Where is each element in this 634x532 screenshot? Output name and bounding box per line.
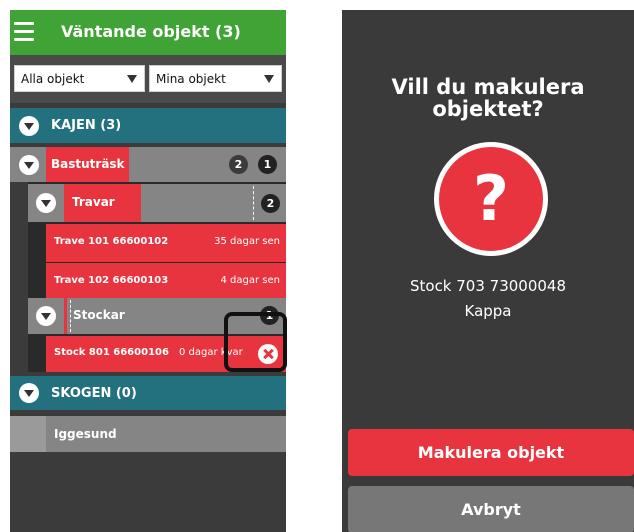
task-label: Trave 102 66600103 xyxy=(54,275,169,286)
question-mark-icon: ? xyxy=(434,142,548,256)
chevron-down-icon[interactable] xyxy=(19,383,39,403)
task-age: 4 dagar sen xyxy=(220,275,280,286)
group-row-iggesund[interactable]: Iggesund xyxy=(10,416,286,452)
hamburger-menu-icon[interactable] xyxy=(14,22,34,42)
app-header: Väntande objekt (3) xyxy=(10,10,286,55)
object-filter-value: Alla objekt xyxy=(21,72,85,86)
nested-indent xyxy=(10,182,28,372)
cancel-button[interactable]: Avbryt xyxy=(348,486,634,532)
group-label: Travar xyxy=(72,195,115,209)
object-id: Stock 703 73000048 xyxy=(409,277,567,295)
task-row[interactable]: Trave 102 66600103 4 dagar sen xyxy=(46,263,286,301)
count-badge: 2 xyxy=(229,155,248,174)
owner-filter-select[interactable]: Mina objekt xyxy=(149,65,282,92)
chevron-down-icon[interactable] xyxy=(19,155,39,175)
discard-object-button[interactable]: Makulera objekt xyxy=(348,429,634,476)
task-row[interactable]: Trave 101 66600102 35 dagar sen xyxy=(46,224,286,262)
page-title: Väntande objekt (3) xyxy=(61,22,241,41)
group-row-kajen[interactable]: KAJEN (3) xyxy=(10,108,286,143)
object-filter-select[interactable]: Alla objekt xyxy=(14,65,145,92)
dropdown-arrow-icon xyxy=(127,75,137,83)
chevron-down-icon[interactable] xyxy=(36,193,56,213)
discard-dialog-screen: Vill du makulera objektet? ? Stock 703 7… xyxy=(342,10,634,532)
group-label: Stockar xyxy=(73,308,125,322)
count-badge: 1 xyxy=(258,155,277,174)
divider xyxy=(70,300,71,332)
chevron-down-icon[interactable] xyxy=(36,306,56,326)
chevron-down-icon[interactable] xyxy=(19,116,39,136)
divider xyxy=(253,186,254,220)
task-label: Stock 801 66600106 xyxy=(54,347,169,358)
group-label: Bastuträsk xyxy=(51,157,125,171)
pending-objects-screen: Väntande objekt (3) Alla objekt Mina obj… xyxy=(10,10,286,532)
count-badge: 2 xyxy=(261,194,280,213)
owner-filter-value: Mina objekt xyxy=(156,72,226,86)
task-age: 35 dagar sen xyxy=(214,236,280,247)
category-color-block xyxy=(64,298,67,334)
group-label: Iggesund xyxy=(54,427,117,441)
highlight-box xyxy=(224,312,287,372)
dialog-title: Vill du makulera objektet? xyxy=(391,75,585,121)
group-row-skogen[interactable]: SKOGEN (0) xyxy=(10,376,286,410)
filter-bar: Alla objekt Mina objekt xyxy=(10,55,286,103)
group-row-travar[interactable]: Travar 2 xyxy=(28,184,286,222)
group-label: KAJEN (3) xyxy=(51,118,122,133)
object-type: Kappa xyxy=(464,302,512,320)
dropdown-arrow-icon xyxy=(264,75,274,83)
group-label: SKOGEN (0) xyxy=(51,386,137,401)
task-label: Trave 101 66600102 xyxy=(54,236,169,247)
category-color-block xyxy=(10,416,46,452)
group-row-bastutrask[interactable]: Bastuträsk 2 1 xyxy=(10,147,286,182)
